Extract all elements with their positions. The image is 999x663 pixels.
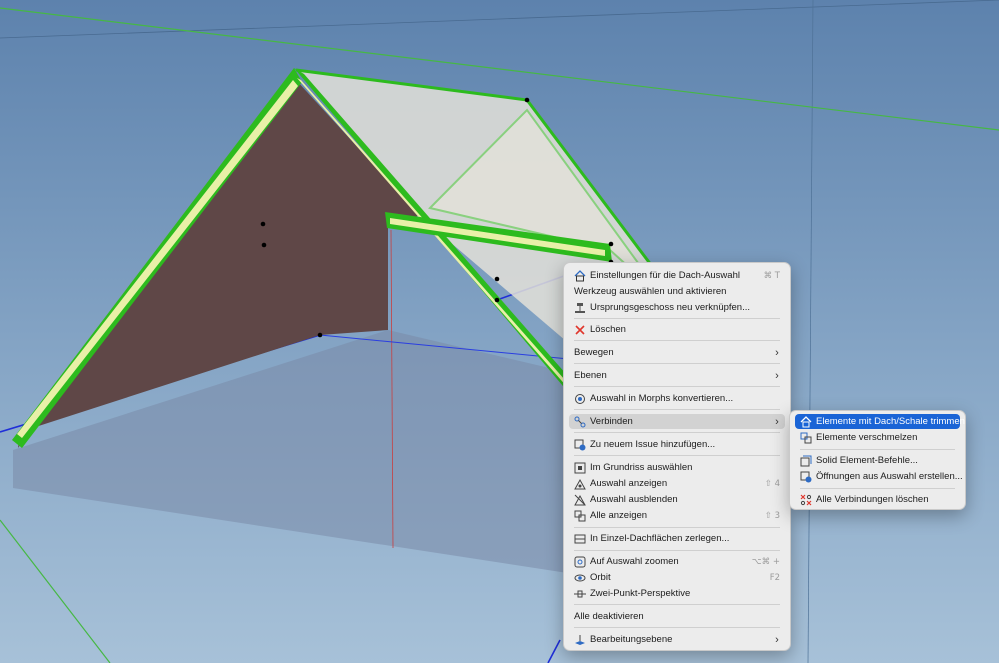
menu-separator [574,455,780,456]
menu-separator [574,409,780,410]
floor-plan-select-icon [574,462,586,474]
menu-item-select-tool[interactable]: Werkzeug auswählen und aktivieren [569,284,785,299]
menu-separator [574,432,780,433]
show-all-icon [574,510,586,522]
context-menu: Einstellungen für die Dach-Auswahl ⌘ T W… [563,262,791,651]
shortcut-label: F2 [769,572,780,583]
menu-item-label: Im Grundriss auswählen [590,462,693,473]
menu-item-label: Ebenen [574,370,607,381]
menu-item-label: Bewegen [574,347,614,358]
menu-separator [574,550,780,551]
chevron-right-icon: › [775,633,779,646]
menu-separator [574,318,780,319]
delete-x-icon [574,324,586,336]
menu-item-label: Auf Auswahl zoomen [590,556,679,567]
menu-item-label: Auswahl in Morphs konvertieren... [590,393,734,404]
two-point-perspective-icon [574,588,586,600]
submenu-item-trim-roof[interactable]: Elemente mit Dach/Schale trimmen [795,414,965,429]
menu-item-label: Orbit [590,572,611,583]
3d-viewport[interactable] [0,0,999,663]
menu-separator [574,340,780,341]
menu-separator [574,627,780,628]
shortcut-label: ⌥⌘ + [751,556,780,567]
menu-item-add-issue[interactable]: Zu neuem Issue hinzufügen... [569,437,785,452]
menu-item-delete[interactable]: Löschen [569,322,785,337]
editing-plane-icon [574,634,586,646]
menu-item-editing-plane[interactable]: Bearbeitungsebene › [569,632,785,647]
chevron-right-icon: › [775,415,779,428]
menu-separator [574,363,780,364]
menu-item-label: Elemente verschmelzen [816,432,918,443]
menu-item-label: Öffnungen aus Auswahl erstellen... [816,471,963,482]
submenu-item-create-openings[interactable]: Öffnungen aus Auswahl erstellen... [795,469,963,484]
shortcut-label: ⇧ 3 [764,510,780,521]
menu-item-label: Löschen [590,324,626,335]
menu-separator [574,527,780,528]
menu-item-label: Zwei-Punkt-Perspektive [590,588,691,599]
menu-item-label: Solid Element-Befehle... [816,455,918,466]
menu-item-show-all[interactable]: Alle anzeigen ⇧ 3 [569,508,785,523]
menu-item-two-point-perspective[interactable]: Zwei-Punkt-Perspektive [569,586,785,601]
menu-item-label: Verbinden [590,416,633,427]
menu-item-label: Alle Verbindungen löschen [816,494,929,505]
show-selection-icon [574,478,586,490]
orbit-icon [574,572,586,584]
menu-item-roof-settings[interactable]: Einstellungen für die Dach-Auswahl ⌘ T [569,268,785,283]
menu-separator [800,488,955,489]
menu-item-label: In Einzel-Dachflächen zerlegen... [590,533,730,544]
split-roof-icon [574,533,586,545]
menu-item-show-selection[interactable]: Auswahl anzeigen ⇧ 4 [569,476,785,491]
submenu-item-solid-element[interactable]: Solid Element-Befehle... [795,453,960,468]
shortcut-label: ⌘ T [763,270,780,281]
menu-item-label: Alle anzeigen [590,510,648,521]
menu-item-deactivate-all[interactable]: Alle deaktivieren [569,609,785,624]
submenu-item-delete-connections[interactable]: Alle Verbindungen löschen [795,492,960,507]
menu-item-layers[interactable]: Ebenen › [569,368,785,383]
hide-selection-icon [574,494,586,506]
menu-separator [800,449,955,450]
issue-add-icon [574,439,586,451]
roof-settings-icon [574,269,586,282]
menu-item-select-floor-plan[interactable]: Im Grundriss auswählen [569,460,785,475]
menu-item-label: Werkzeug auswählen und aktivieren [574,286,727,297]
delete-connections-icon [800,494,812,506]
create-openings-icon [800,471,812,483]
morph-convert-icon [574,393,586,405]
menu-item-relink-story[interactable]: Ursprungsgeschoss neu verknüpfen... [569,300,785,315]
story-link-icon [574,302,586,314]
menu-item-orbit[interactable]: Orbit F2 [569,570,785,585]
zoom-selection-icon [574,556,586,568]
trim-roof-icon [800,415,812,428]
chevron-right-icon: › [775,346,779,359]
chevron-right-icon: › [775,369,779,382]
menu-item-move[interactable]: Bewegen › [569,345,785,360]
menu-item-split-roof[interactable]: In Einzel-Dachflächen zerlegen... [569,531,785,546]
menu-item-label: Alle deaktivieren [574,611,644,622]
menu-separator [574,604,780,605]
menu-item-connect[interactable]: Verbinden › [569,414,785,429]
menu-item-hide-selection[interactable]: Auswahl ausblenden [569,492,785,507]
menu-separator [574,386,780,387]
connect-icon [574,416,586,428]
menu-item-label: Zu neuem Issue hinzufügen... [590,439,716,450]
menu-item-label: Elemente mit Dach/Schale trimmen [816,416,965,427]
menu-item-convert-morphs[interactable]: Auswahl in Morphs konvertieren... [569,391,785,406]
menu-item-label: Auswahl ausblenden [590,494,678,505]
merge-elements-icon [800,432,812,444]
menu-item-label: Ursprungsgeschoss neu verknüpfen... [590,302,751,313]
menu-item-zoom-selection[interactable]: Auf Auswahl zoomen ⌥⌘ + [569,554,785,569]
menu-item-label: Bearbeitungsebene [590,634,673,645]
menu-item-label: Einstellungen für die Dach-Auswahl [590,270,740,281]
shortcut-label: ⇧ 4 [764,478,780,489]
connect-submenu: Elemente mit Dach/Schale trimmen Element… [789,410,966,510]
submenu-item-merge[interactable]: Elemente verschmelzen [795,430,960,445]
solid-element-icon [800,455,812,467]
menu-item-label: Auswahl anzeigen [590,478,668,489]
